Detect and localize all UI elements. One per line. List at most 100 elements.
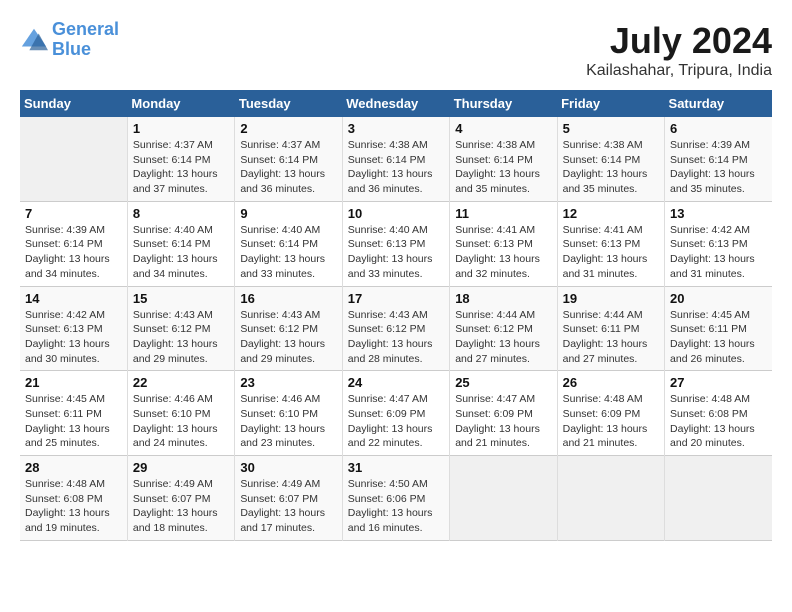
calendar-cell: 18 Sunrise: 4:44 AM Sunset: 6:12 PM Dayli…: [450, 286, 557, 371]
week-row-2: 7 Sunrise: 4:39 AM Sunset: 6:14 PM Daylig…: [20, 201, 772, 286]
calendar-cell: 25Sunrise: 4:47 AM Sunset: 6:09 PM Dayli…: [450, 371, 557, 456]
calendar-cell: 17 Sunrise: 4:43 AM Sunset: 6:12 PM Dayli…: [342, 286, 449, 371]
day-info: Sunrise: 4:41 AM Sunset: 6:13 PM Dayligh…: [455, 223, 551, 282]
day-info: Sunrise: 4:41 AM Sunset: 6:13 PM Dayligh…: [563, 223, 659, 282]
week-row-4: 21 Sunrise: 4:45 AM Sunset: 6:11 PM Dayli…: [20, 371, 772, 456]
calendar-cell: 12Sunrise: 4:41 AM Sunset: 6:13 PM Dayli…: [557, 201, 664, 286]
calendar-cell: 6 Sunrise: 4:39 AM Sunset: 6:14 PM Daylig…: [665, 117, 772, 201]
weekday-header-sunday: Sunday: [20, 90, 127, 117]
calendar-cell: 10 Sunrise: 4:40 AM Sunset: 6:13 PM Dayli…: [342, 201, 449, 286]
day-number: 22: [133, 375, 229, 390]
day-number: 14: [25, 291, 122, 306]
day-number: 13: [670, 206, 767, 221]
day-number: 3: [348, 121, 444, 136]
week-row-5: 28 Sunrise: 4:48 AM Sunset: 6:08 PM Dayli…: [20, 456, 772, 541]
calendar-cell: 15Sunrise: 4:43 AM Sunset: 6:12 PM Dayli…: [127, 286, 234, 371]
day-info: Sunrise: 4:44 AM Sunset: 6:12 PM Dayligh…: [455, 308, 551, 367]
calendar-cell: 1 Sunrise: 4:37 AM Sunset: 6:14 PM Daylig…: [127, 117, 234, 201]
calendar-cell: 26 Sunrise: 4:48 AM Sunset: 6:09 PM Dayli…: [557, 371, 664, 456]
weekday-header-monday: Monday: [127, 90, 234, 117]
page-header: General Blue July 2024 Kailashahar, Trip…: [20, 20, 772, 80]
day-info: Sunrise: 4:43 AM Sunset: 6:12 PM Dayligh…: [133, 308, 229, 367]
day-info: Sunrise: 4:38 AM Sunset: 6:14 PM Dayligh…: [563, 138, 659, 197]
day-info: Sunrise: 4:42 AM Sunset: 6:13 PM Dayligh…: [670, 223, 767, 282]
day-number: 20: [670, 291, 767, 306]
day-info: Sunrise: 4:39 AM Sunset: 6:14 PM Dayligh…: [670, 138, 767, 197]
calendar-cell: 30Sunrise: 4:49 AM Sunset: 6:07 PM Dayli…: [235, 456, 342, 541]
calendar-cell: 16 Sunrise: 4:43 AM Sunset: 6:12 PM Dayli…: [235, 286, 342, 371]
day-number: 7: [25, 206, 122, 221]
day-number: 6: [670, 121, 767, 136]
day-info: Sunrise: 4:49 AM Sunset: 6:07 PM Dayligh…: [133, 477, 229, 536]
weekday-header-friday: Friday: [557, 90, 664, 117]
calendar-cell: 2 Sunrise: 4:37 AM Sunset: 6:14 PM Daylig…: [235, 117, 342, 201]
logo: General Blue: [20, 20, 119, 60]
day-number: 26: [563, 375, 659, 390]
week-row-3: 14 Sunrise: 4:42 AM Sunset: 6:13 PM Dayli…: [20, 286, 772, 371]
day-info: Sunrise: 4:37 AM Sunset: 6:14 PM Dayligh…: [133, 138, 229, 197]
day-number: 29: [133, 460, 229, 475]
calendar-cell: [20, 117, 127, 201]
day-number: 16: [240, 291, 336, 306]
calendar-table: SundayMondayTuesdayWednesdayThursdayFrid…: [20, 90, 772, 541]
calendar-cell: 21 Sunrise: 4:45 AM Sunset: 6:11 PM Dayli…: [20, 371, 127, 456]
day-info: Sunrise: 4:48 AM Sunset: 6:09 PM Dayligh…: [563, 392, 659, 451]
day-info: Sunrise: 4:50 AM Sunset: 6:06 PM Dayligh…: [348, 477, 444, 536]
calendar-cell: 27Sunrise: 4:48 AM Sunset: 6:08 PM Dayli…: [665, 371, 772, 456]
day-info: Sunrise: 4:46 AM Sunset: 6:10 PM Dayligh…: [133, 392, 229, 451]
calendar-cell: 24 Sunrise: 4:47 AM Sunset: 6:09 PM Dayli…: [342, 371, 449, 456]
calendar-cell: 9Sunrise: 4:40 AM Sunset: 6:14 PM Daylig…: [235, 201, 342, 286]
day-info: Sunrise: 4:43 AM Sunset: 6:12 PM Dayligh…: [348, 308, 444, 367]
location-subtitle: Kailashahar, Tripura, India: [586, 62, 772, 80]
day-info: Sunrise: 4:48 AM Sunset: 6:08 PM Dayligh…: [25, 477, 122, 536]
day-number: 18: [455, 291, 551, 306]
day-info: Sunrise: 4:46 AM Sunset: 6:10 PM Dayligh…: [240, 392, 336, 451]
calendar-cell: 19Sunrise: 4:44 AM Sunset: 6:11 PM Dayli…: [557, 286, 664, 371]
calendar-cell: 23 Sunrise: 4:46 AM Sunset: 6:10 PM Dayli…: [235, 371, 342, 456]
day-info: Sunrise: 4:45 AM Sunset: 6:11 PM Dayligh…: [25, 392, 122, 451]
day-number: 21: [25, 375, 122, 390]
day-info: Sunrise: 4:47 AM Sunset: 6:09 PM Dayligh…: [348, 392, 444, 451]
calendar-cell: [665, 456, 772, 541]
calendar-cell: [557, 456, 664, 541]
day-info: Sunrise: 4:37 AM Sunset: 6:14 PM Dayligh…: [240, 138, 336, 197]
logo-icon: [20, 26, 48, 54]
day-number: 28: [25, 460, 122, 475]
calendar-cell: 11 Sunrise: 4:41 AM Sunset: 6:13 PM Dayli…: [450, 201, 557, 286]
day-number: 2: [240, 121, 336, 136]
day-number: 10: [348, 206, 444, 221]
day-number: 25: [455, 375, 551, 390]
day-number: 31: [348, 460, 444, 475]
day-number: 1: [133, 121, 229, 136]
day-number: 4: [455, 121, 551, 136]
month-year-title: July 2024: [586, 20, 772, 62]
calendar-cell: 22 Sunrise: 4:46 AM Sunset: 6:10 PM Dayli…: [127, 371, 234, 456]
logo-text: General Blue: [52, 20, 119, 60]
calendar-cell: 8Sunrise: 4:40 AM Sunset: 6:14 PM Daylig…: [127, 201, 234, 286]
calendar-cell: 4 Sunrise: 4:38 AM Sunset: 6:14 PM Daylig…: [450, 117, 557, 201]
calendar-cell: 3Sunrise: 4:38 AM Sunset: 6:14 PM Daylig…: [342, 117, 449, 201]
day-info: Sunrise: 4:39 AM Sunset: 6:14 PM Dayligh…: [25, 223, 122, 282]
calendar-cell: 14 Sunrise: 4:42 AM Sunset: 6:13 PM Dayli…: [20, 286, 127, 371]
day-number: 11: [455, 206, 551, 221]
day-number: 23: [240, 375, 336, 390]
day-number: 24: [348, 375, 444, 390]
calendar-cell: 20 Sunrise: 4:45 AM Sunset: 6:11 PM Dayli…: [665, 286, 772, 371]
day-number: 17: [348, 291, 444, 306]
day-info: Sunrise: 4:38 AM Sunset: 6:14 PM Dayligh…: [455, 138, 551, 197]
day-info: Sunrise: 4:42 AM Sunset: 6:13 PM Dayligh…: [25, 308, 122, 367]
day-info: Sunrise: 4:40 AM Sunset: 6:13 PM Dayligh…: [348, 223, 444, 282]
day-info: Sunrise: 4:45 AM Sunset: 6:11 PM Dayligh…: [670, 308, 767, 367]
day-info: Sunrise: 4:43 AM Sunset: 6:12 PM Dayligh…: [240, 308, 336, 367]
day-number: 9: [240, 206, 336, 221]
calendar-header: SundayMondayTuesdayWednesdayThursdayFrid…: [20, 90, 772, 117]
calendar-cell: 13 Sunrise: 4:42 AM Sunset: 6:13 PM Dayli…: [665, 201, 772, 286]
title-block: July 2024 Kailashahar, Tripura, India: [586, 20, 772, 80]
calendar-body: 1 Sunrise: 4:37 AM Sunset: 6:14 PM Daylig…: [20, 117, 772, 540]
calendar-cell: 31 Sunrise: 4:50 AM Sunset: 6:06 PM Dayli…: [342, 456, 449, 541]
calendar-cell: [450, 456, 557, 541]
weekday-header-row: SundayMondayTuesdayWednesdayThursdayFrid…: [20, 90, 772, 117]
day-number: 27: [670, 375, 767, 390]
week-row-1: 1 Sunrise: 4:37 AM Sunset: 6:14 PM Daylig…: [20, 117, 772, 201]
day-info: Sunrise: 4:44 AM Sunset: 6:11 PM Dayligh…: [563, 308, 659, 367]
